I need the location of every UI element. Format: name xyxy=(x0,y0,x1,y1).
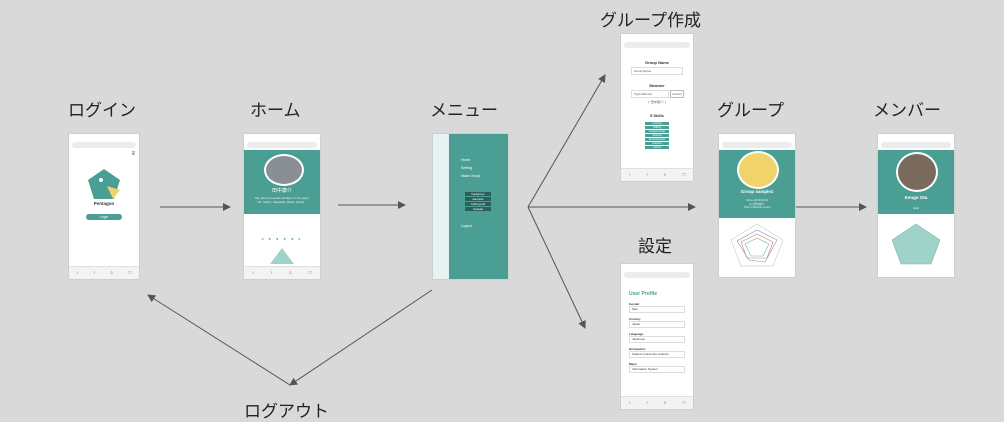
url-bar xyxy=(247,142,317,148)
label-home: ホーム xyxy=(250,101,301,121)
arrow-menu-groupcreate xyxy=(527,74,606,208)
member-input[interactable]: Type Member xyxy=(631,90,669,98)
settings-phone: User Profile Gender Men Country Japan La… xyxy=(620,263,694,410)
group-name-label: Group Name xyxy=(644,60,669,65)
login-phone: ≡ Pentagon Login ‹ › ⌕ □ xyxy=(68,133,140,280)
skill-item[interactable]: Fashion xyxy=(645,142,669,145)
menu-backdrop xyxy=(433,134,449,279)
settings-title: User Profile xyxy=(629,291,658,297)
member-radar-chart xyxy=(891,223,941,265)
member-label: Member xyxy=(649,83,665,88)
url-bar xyxy=(722,142,792,148)
field-gender[interactable]: Men xyxy=(629,306,685,313)
menu-item-setting[interactable]: Setting xyxy=(461,164,480,172)
menu-item-home[interactable]: Home xyxy=(461,156,480,164)
login-button[interactable]: Login xyxy=(86,214,122,220)
field-language[interactable]: Japanese xyxy=(629,336,685,343)
skill-item[interactable]: Programming xyxy=(645,130,669,133)
menu-item-make-group[interactable]: Make Group xyxy=(461,172,480,180)
user-name: 田中康介 xyxy=(271,188,292,194)
member-confirm-button[interactable]: Confirm xyxy=(670,90,684,98)
member-subtitle: hello xyxy=(912,206,920,210)
hamburger-icon[interactable]: ≡ xyxy=(131,151,135,157)
group-description: This is Sample Group xyxy=(743,205,771,210)
skills-list: Cooking Talking Programming Science Ente… xyxy=(645,122,669,149)
field-country[interactable]: Japan xyxy=(629,321,685,328)
group-name-input[interactable]: Group Name xyxy=(631,67,683,75)
status-bar xyxy=(69,134,139,141)
menu-phone: Home Setting Make Group Kadgroup sample1… xyxy=(432,133,509,280)
home-phone: 田中康介 My name is kosuke tanaka. I'm 21 ye… xyxy=(243,133,321,280)
member-value: [ "田中康介" ] xyxy=(648,100,666,104)
arrow-menu-logout xyxy=(289,289,433,386)
group-create-phone: Group Name Group Name Member Type Member… xyxy=(620,33,694,182)
status-bar xyxy=(719,134,795,141)
label-members: メンバー xyxy=(873,101,941,121)
arrow-logout-login xyxy=(147,294,291,386)
user-bio: My name is kosuke tanaka. I'm 21 years o… xyxy=(255,196,309,204)
group-item[interactable]: Adult gods xyxy=(465,202,491,206)
radar-chart-preview xyxy=(270,248,294,264)
skills-label: 5 Skills xyxy=(650,113,664,118)
group-avatar xyxy=(737,151,779,189)
group-item[interactable]: Kadgroup xyxy=(465,192,491,196)
avatar xyxy=(264,154,304,186)
menu-logout[interactable]: Logout xyxy=(461,224,472,228)
url-bar xyxy=(881,142,951,148)
member-header: Kengo Ota hello xyxy=(878,150,954,214)
group-radar-chart xyxy=(730,223,784,267)
status-bar xyxy=(878,134,954,141)
group-title: Group sample1 xyxy=(740,189,774,194)
group-item[interactable]: sample1 xyxy=(465,197,491,201)
skill-item[interactable]: Sports xyxy=(645,146,669,149)
status-bar xyxy=(621,264,693,271)
label-settings: 設定 xyxy=(638,237,672,257)
url-bar xyxy=(624,42,690,48)
field-major[interactable]: Information System xyxy=(629,366,685,373)
home-header: 田中康介 My name is kosuke tanaka. I'm 21 ye… xyxy=(244,150,320,214)
menu-panel: Home Setting Make Group Kadgroup sample1… xyxy=(449,134,508,279)
skill-item[interactable]: Cooking xyxy=(645,122,669,125)
field-occupation[interactable]: Student (university student) xyxy=(629,351,685,358)
browser-bar: ‹ › ⌕ □ xyxy=(621,168,693,181)
label-login: ログイン xyxy=(68,101,136,121)
url-bar xyxy=(72,142,136,148)
label-group-create: グループ作成 xyxy=(600,11,701,31)
url-bar xyxy=(624,272,690,278)
browser-bar: ‹ › ⌕ □ xyxy=(621,396,693,409)
browser-bar: ‹ › ⌕ □ xyxy=(69,266,139,279)
carousel-dots[interactable]: ◂ ● ● ● ● ▸ xyxy=(244,236,320,241)
group-item[interactable]: Haisaki xyxy=(465,207,491,211)
member-name: Kengo Ota xyxy=(904,195,928,200)
skill-item[interactable]: Talking xyxy=(645,126,669,129)
member-phone: Kengo Ota hello xyxy=(877,133,955,278)
browser-bar: ‹ › ⌕ □ xyxy=(244,266,320,279)
logo-text: Pentagon xyxy=(93,201,115,206)
settings-fields: Gender Men Country Japan Language Japane… xyxy=(629,302,685,373)
pentagon-logo-icon xyxy=(88,169,120,199)
skill-item[interactable]: Science xyxy=(645,134,669,137)
status-bar xyxy=(244,134,320,141)
menu-items[interactable]: Home Setting Make Group xyxy=(461,156,480,180)
label-menu: メニュー xyxy=(430,101,498,121)
group-phone: Group sample1 Since 2019/10/19 by 田中康介 T… xyxy=(718,133,796,278)
label-group: グループ xyxy=(717,101,784,121)
member-avatar xyxy=(896,152,938,192)
group-header: Group sample1 Since 2019/10/19 by 田中康介 T… xyxy=(719,150,795,218)
menu-groups: Kadgroup sample1 Adult gods Haisaki xyxy=(465,192,491,211)
skill-item[interactable]: Entertainment xyxy=(645,138,669,141)
status-bar xyxy=(621,34,693,41)
arrow-menu-settings xyxy=(527,206,586,329)
label-logout: ログアウト xyxy=(244,402,329,422)
group-meta: Since 2019/10/19 by 田中康介 This is Sample … xyxy=(719,198,795,210)
